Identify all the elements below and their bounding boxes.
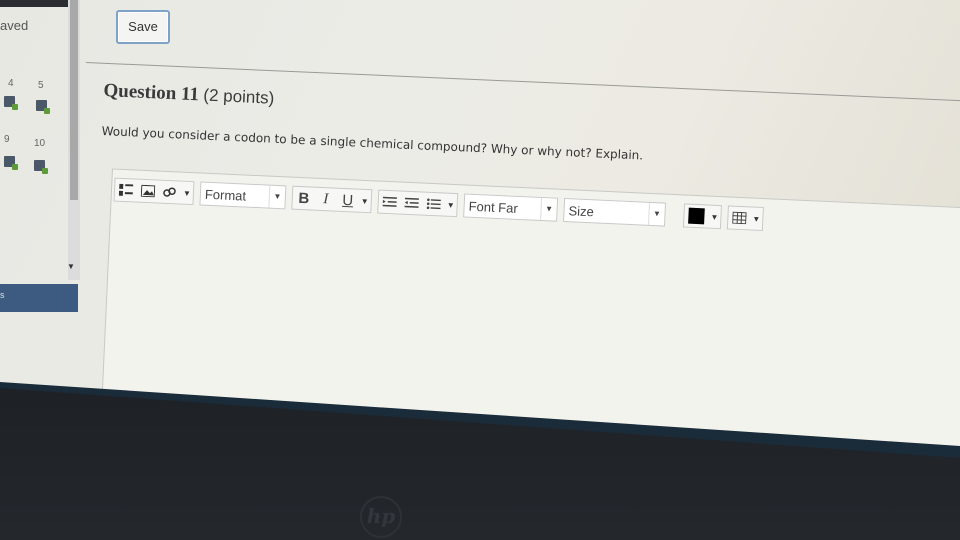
style-group: B I U ▼	[291, 185, 373, 214]
format-label: Format	[204, 186, 247, 204]
chevron-down-icon[interactable]: ▼	[180, 182, 193, 205]
chevron-down-icon: ▼	[268, 185, 286, 209]
format-dropdown[interactable]: Format ▼	[199, 181, 287, 210]
save-disk-icon[interactable]	[4, 156, 18, 170]
save-disk-icon[interactable]	[34, 160, 48, 174]
question-title: Question 11	[103, 80, 200, 106]
chevron-down-icon[interactable]: ▼	[444, 194, 457, 217]
save-disk-icon[interactable]	[4, 96, 18, 110]
scroll-down-arrow-icon[interactable]: ▼	[67, 262, 75, 271]
font-family-dropdown[interactable]: Font Far ▼	[463, 193, 559, 222]
question-number[interactable]: 9	[4, 134, 10, 145]
question-number[interactable]: 5	[38, 80, 44, 91]
chevron-down-icon: ▼	[647, 202, 665, 226]
insert-group: ▼	[113, 177, 195, 206]
question-nav-panel: aved 4 5 9 10 ▼ s	[0, 0, 82, 320]
media-icon[interactable]	[115, 179, 138, 202]
image-icon[interactable]	[137, 180, 160, 203]
table-icon[interactable]	[728, 206, 751, 229]
nav-footer-label: s	[0, 290, 5, 300]
italic-button[interactable]: I	[314, 188, 337, 211]
chevron-down-icon: ▼	[540, 197, 558, 221]
question-number[interactable]: 4	[8, 78, 14, 89]
bold-button[interactable]: B	[292, 187, 315, 210]
font-family-label: Font Far	[468, 198, 519, 216]
bullet-list-icon[interactable]	[422, 193, 445, 216]
save-disk-icon[interactable]	[36, 100, 50, 114]
chevron-down-icon[interactable]: ▼	[750, 207, 763, 230]
text-color-swatch	[688, 207, 705, 225]
chevron-down-icon[interactable]: ▼	[708, 206, 721, 229]
indent-icon[interactable]	[378, 191, 401, 214]
panel-header	[0, 0, 72, 7]
chevron-down-icon[interactable]: ▼	[358, 190, 371, 213]
save-button[interactable]: Save	[116, 10, 170, 44]
nav-footer-bar[interactable]: s	[0, 284, 78, 312]
link-icon[interactable]	[158, 181, 181, 204]
hp-logo: hp	[360, 496, 402, 538]
underline-button[interactable]: U	[336, 189, 359, 212]
saved-status: aved	[0, 18, 29, 33]
font-size-label: Size	[568, 202, 595, 219]
list-group: ▼	[377, 189, 459, 218]
question-number[interactable]: 10	[34, 138, 45, 149]
question-points: (2 points)	[203, 85, 275, 108]
outdent-icon[interactable]	[400, 192, 423, 215]
table-group: ▼	[726, 205, 764, 232]
font-size-dropdown[interactable]: Size ▼	[563, 197, 667, 227]
text-color-picker[interactable]: ▼	[682, 203, 722, 230]
scrollbar-thumb[interactable]	[70, 0, 78, 200]
